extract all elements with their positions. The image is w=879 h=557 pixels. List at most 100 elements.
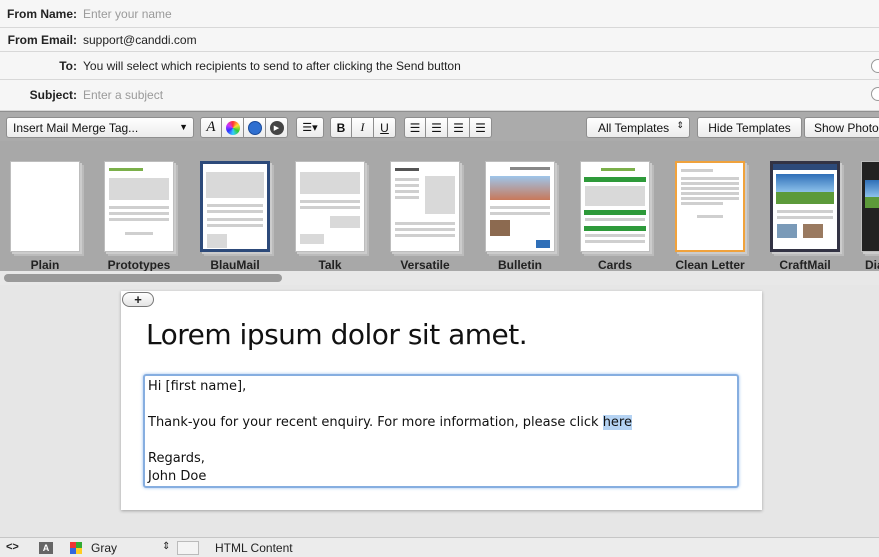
from-email-row: From Email: support@canddi.com xyxy=(0,28,879,52)
templates-filter-label: All Templates xyxy=(598,121,670,135)
template-cards[interactable]: Cards xyxy=(576,161,654,272)
template-thumbnail xyxy=(770,161,840,252)
color-well[interactable] xyxy=(177,541,199,555)
template-thumbnail xyxy=(10,161,80,252)
align-center-icon: ☰ xyxy=(431,120,442,135)
greeting-line: Hi [first name], xyxy=(148,379,247,394)
bold-button[interactable]: B xyxy=(330,117,352,138)
italic-button[interactable]: I xyxy=(352,117,374,138)
template-thumbnail xyxy=(200,161,270,252)
to-value: You will select which recipients to send… xyxy=(83,58,461,73)
from-email-value[interactable]: support@canddi.com xyxy=(83,33,197,47)
align-left-icon: ☰ xyxy=(409,120,421,135)
subject-row: Subject: xyxy=(0,80,879,111)
template-plain[interactable]: Plain xyxy=(6,161,84,272)
link-icon xyxy=(247,120,262,135)
hide-templates-button[interactable]: Hide Templates xyxy=(697,117,802,138)
justify-button[interactable]: ☰ xyxy=(470,117,492,138)
code-view-icon[interactable]: <> xyxy=(6,541,19,553)
bottom-bar: <> A Gray ⇕ HTML Content xyxy=(0,537,879,557)
email-body-editor[interactable]: Hi [first name], Thank-you for your rece… xyxy=(143,374,739,488)
list-button[interactable]: ☰▾ xyxy=(296,117,324,138)
to-label: To: xyxy=(59,58,77,73)
template-craftmail[interactable]: CraftMail xyxy=(766,161,844,272)
list-icon: ☰▾ xyxy=(302,122,318,134)
from-name-input[interactable] xyxy=(83,6,783,21)
template-scrollbar[interactable] xyxy=(0,271,879,285)
template-strip: Plain Prototypes BlauMail Talk Versatile… xyxy=(0,141,879,272)
italic-label: I xyxy=(360,120,365,134)
template-talk[interactable]: Talk xyxy=(291,161,369,272)
email-page: Lorem ipsum dolor sit amet. Hi [first na… xyxy=(121,291,762,510)
align-left-button[interactable]: ☰ xyxy=(404,117,426,138)
content-type-label: HTML Content xyxy=(215,541,293,555)
mail-merge-select[interactable]: Insert Mail Merge Tag... ▼ xyxy=(6,117,194,138)
body-line: Thank-you for your recent enquiry. For m… xyxy=(148,414,734,432)
subject-options-icon[interactable] xyxy=(871,87,879,101)
link-button[interactable] xyxy=(244,117,266,138)
justify-icon: ☰ xyxy=(475,120,486,135)
format-toolbar: Insert Mail Merge Tag... ▼ A ▶ ☰▾ B I U … xyxy=(0,111,879,141)
subject-input[interactable] xyxy=(83,88,783,102)
template-thumbnail xyxy=(580,161,650,252)
align-right-icon: ☰ xyxy=(453,120,464,135)
template-thumbnail xyxy=(390,161,460,252)
font-icon: A xyxy=(206,119,216,135)
template-thumbnail xyxy=(295,161,365,252)
template-name: Cards xyxy=(597,258,632,272)
template-name: CraftMail xyxy=(779,258,831,272)
align-center-button[interactable]: ☰ xyxy=(426,117,448,138)
media-button[interactable]: ▶ xyxy=(266,117,288,138)
subject-label: Subject: xyxy=(29,88,77,102)
stepper-arrows-icon[interactable]: ⇕ xyxy=(162,541,170,552)
color-button[interactable] xyxy=(222,117,244,138)
show-photos-label: Show Photos xyxy=(814,120,879,135)
template-prototypes[interactable]: Prototypes xyxy=(100,161,178,272)
text-style-icon[interactable]: A xyxy=(39,542,53,554)
editor-canvas: Lorem ipsum dolor sit amet. Hi [first na… xyxy=(0,285,879,537)
from-name-row: From Name: xyxy=(0,0,879,28)
template-name: BlauMail xyxy=(210,258,260,272)
color-swatch-icon xyxy=(70,542,82,554)
align-right-button[interactable]: ☰ xyxy=(448,117,470,138)
stepper-arrows-icon: ⇕ xyxy=(676,120,684,130)
from-email-label: From Email: xyxy=(7,32,77,47)
underline-label: U xyxy=(380,120,389,135)
template-name: Prototypes xyxy=(107,258,171,272)
template-dia[interactable]: Dia xyxy=(861,161,879,272)
template-thumbnail xyxy=(485,161,555,252)
color-wheel-icon xyxy=(225,120,240,135)
scrollbar-thumb[interactable] xyxy=(4,274,282,282)
template-thumbnail xyxy=(675,161,745,252)
template-name: Talk xyxy=(318,258,342,272)
template-thumbnail xyxy=(861,161,879,252)
template-clean-letter[interactable]: Clean Letter xyxy=(671,161,749,272)
template-name: Dia xyxy=(865,258,879,272)
link-here[interactable]: here xyxy=(602,415,632,430)
body-text: Thank-you for your recent enquiry. For m… xyxy=(148,415,603,430)
recipients-add-icon[interactable] xyxy=(871,59,879,73)
from-name-label: From Name: xyxy=(6,6,77,21)
font-button[interactable]: A xyxy=(200,117,222,138)
chevron-down-icon: ▼ xyxy=(179,122,188,132)
hide-templates-label: Hide Templates xyxy=(708,120,791,135)
template-blaumail[interactable]: BlauMail xyxy=(196,161,274,272)
show-photos-button[interactable]: Show Photos xyxy=(804,117,879,138)
play-icon: ▶ xyxy=(269,120,284,135)
template-thumbnail xyxy=(104,161,174,252)
signature-line: John Doe xyxy=(148,469,207,484)
regards-line: Regards, xyxy=(148,451,205,466)
email-headline[interactable]: Lorem ipsum dolor sit amet. xyxy=(146,318,528,351)
color-select[interactable]: Gray xyxy=(91,541,117,555)
template-name: Clean Letter xyxy=(675,258,745,272)
templates-filter-select[interactable]: All Templates ⇕ xyxy=(586,117,690,138)
add-section-button[interactable]: + xyxy=(122,292,154,307)
bold-label: B xyxy=(336,120,346,135)
template-name: Versatile xyxy=(400,258,450,272)
template-name: Bulletin xyxy=(498,258,542,272)
mail-merge-label: Insert Mail Merge Tag... xyxy=(13,121,139,135)
template-bulletin[interactable]: Bulletin xyxy=(481,161,559,272)
underline-button[interactable]: U xyxy=(374,117,396,138)
template-name: Plain xyxy=(30,258,60,272)
template-versatile[interactable]: Versatile xyxy=(386,161,464,272)
